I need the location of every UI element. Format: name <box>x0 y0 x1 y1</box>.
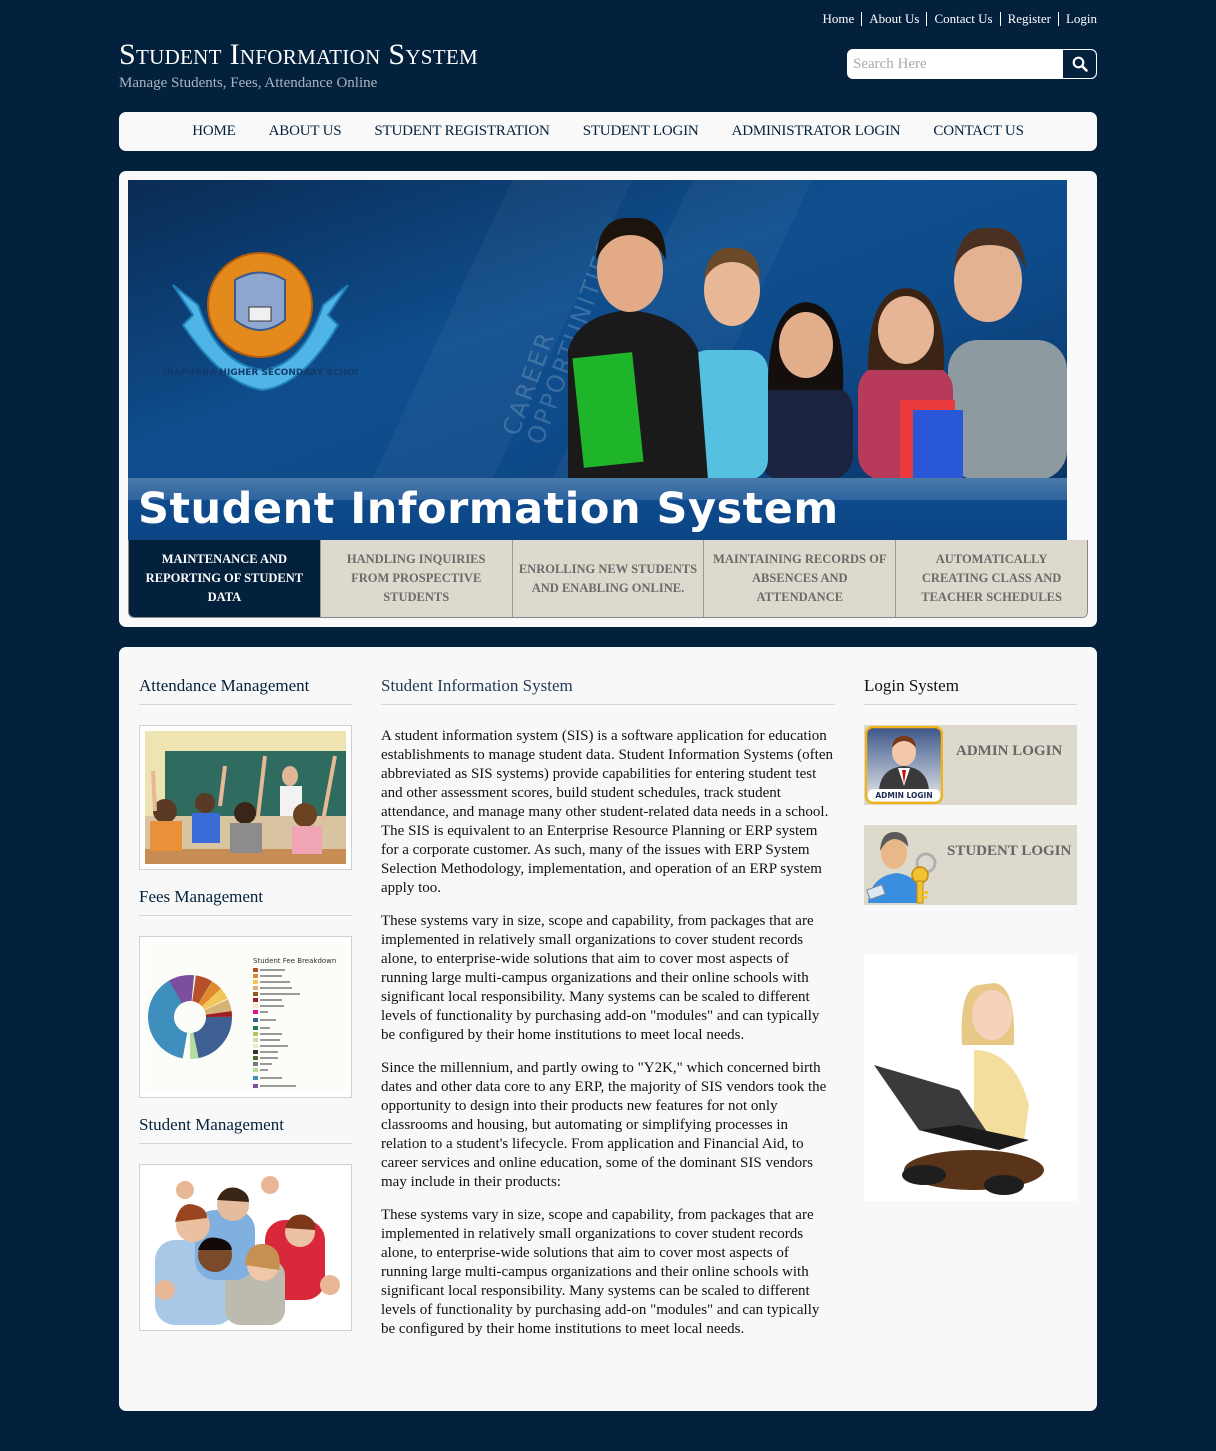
section-title-fees[interactable]: Fees Management <box>139 887 352 916</box>
site-title[interactable]: Student Information System <box>119 38 478 72</box>
feature-tab-schedules[interactable]: AUTOMATICALLY CREATING CLASS AND TEACHER… <box>895 540 1087 617</box>
admin-login-label: ADMIN LOGIN <box>956 743 1063 759</box>
girl-with-laptop-photo <box>864 955 1077 1201</box>
top-link-home[interactable]: Home <box>815 12 861 26</box>
fee-chart-legend <box>253 968 300 1088</box>
students-group-photo <box>568 217 1067 480</box>
girl-laptop-illustration <box>874 983 1044 1195</box>
top-link-register[interactable]: Register <box>999 12 1058 26</box>
section-title-students[interactable]: Student Management <box>139 1115 352 1144</box>
article-title: Student Information System <box>381 676 835 705</box>
banner-panel: ANNAPURNA HIGHER SECONDARY SCHOOL CAREER… <box>119 171 1097 627</box>
classroom-illustration <box>145 751 346 864</box>
admin-user-icon: ADMIN LOGIN <box>865 726 943 804</box>
top-link-login[interactable]: Login <box>1057 12 1097 26</box>
content-panel: Attendance Management Fees Management St… <box>119 647 1097 1411</box>
top-links: Home About Us Contact Us Register Login <box>815 12 1097 26</box>
search-icon <box>1072 56 1088 72</box>
feature-tab-enrolling[interactable]: ENROLLING NEW STUDENTS AND ENABLING ONLI… <box>511 540 704 617</box>
top-link-about-us[interactable]: About Us <box>861 12 926 26</box>
search-input[interactable] <box>848 50 1062 78</box>
banner-title: Student Information System <box>138 484 839 534</box>
article-paragraph: Since the millennium, and partly owing t… <box>381 1060 827 1190</box>
feature-tab-attendance-records[interactable]: MAINTAINING RECORDS OF ABSENCES AND ATTE… <box>703 540 896 617</box>
school-logo-text: ANNAPURNA HIGHER SECONDARY SCHOOL <box>163 368 358 378</box>
banner-image: ANNAPURNA HIGHER SECONDARY SCHOOL CAREER… <box>128 180 1067 540</box>
article-paragraph: A student information system (SIS) is a … <box>381 728 833 896</box>
article-paragraph: These systems vary in size, scope and ca… <box>381 1207 820 1337</box>
nav-administrator-login[interactable]: ADMINISTRATOR LOGIN <box>732 123 901 140</box>
fee-breakdown-chart: Student Fee Breakdown <box>145 942 346 1092</box>
school-logo-icon: ANNAPURNA HIGHER SECONDARY SCHOOL <box>163 252 358 392</box>
student-login-button[interactable]: STUDENT LOGIN <box>864 825 1077 905</box>
fee-donut-chart: Student Fee Breakdown <box>148 957 336 1088</box>
nav-home[interactable]: HOME <box>192 123 236 140</box>
attendance-thumbnail[interactable] <box>139 725 352 870</box>
login-sidebar: Login System ADMIN LOGIN ADMIN LOGIN STU… <box>864 676 1077 1201</box>
fee-chart-caption: Student Fee Breakdown <box>253 957 336 965</box>
main-nav: HOME ABOUT US STUDENT REGISTRATION STUDE… <box>119 112 1097 151</box>
main-article: Student Information System A student inf… <box>381 676 835 1353</box>
students-thumbs-up-photo <box>145 1170 346 1325</box>
student-key-icon <box>866 831 937 904</box>
students-illustration <box>155 1176 340 1325</box>
student-login-label: STUDENT LOGIN <box>947 843 1072 859</box>
banner-title-bar: Student Information System <box>128 478 1067 540</box>
nav-about-us[interactable]: ABOUT US <box>269 123 342 140</box>
search-box <box>847 49 1097 79</box>
nav-contact-us[interactable]: CONTACT US <box>933 123 1023 140</box>
admin-login-badge: ADMIN LOGIN <box>875 791 932 800</box>
section-title-attendance[interactable]: Attendance Management <box>139 676 352 705</box>
login-system-title: Login System <box>864 676 1077 705</box>
admin-login-button[interactable]: ADMIN LOGIN ADMIN LOGIN <box>864 725 1077 805</box>
feature-tab-student-data[interactable]: MAINTENANCE AND REPORTING OF STUDENT DAT… <box>129 540 320 617</box>
nav-student-login[interactable]: STUDENT LOGIN <box>583 123 699 140</box>
classroom-photo <box>145 731 346 864</box>
feature-tabs: MAINTENANCE AND REPORTING OF STUDENT DAT… <box>128 540 1088 618</box>
search-button[interactable] <box>1062 50 1096 78</box>
top-link-contact-us[interactable]: Contact Us <box>926 12 999 26</box>
fees-thumbnail[interactable]: Student Fee Breakdown <box>139 936 352 1098</box>
article-paragraph: These systems vary in size, scope and ca… <box>381 913 820 1043</box>
feature-tab-inquiries[interactable]: HANDLING INQUIRIES FROM PROSPECTIVE STUD… <box>319 540 512 617</box>
site-tagline: Manage Students, Fees, Attendance Online <box>119 75 378 91</box>
left-sidebar: Attendance Management Fees Management St… <box>139 676 352 1348</box>
students-thumbnail[interactable] <box>139 1164 352 1331</box>
nav-student-registration[interactable]: STUDENT REGISTRATION <box>374 123 550 140</box>
site-brand: Student Information System Manage Studen… <box>119 38 478 92</box>
